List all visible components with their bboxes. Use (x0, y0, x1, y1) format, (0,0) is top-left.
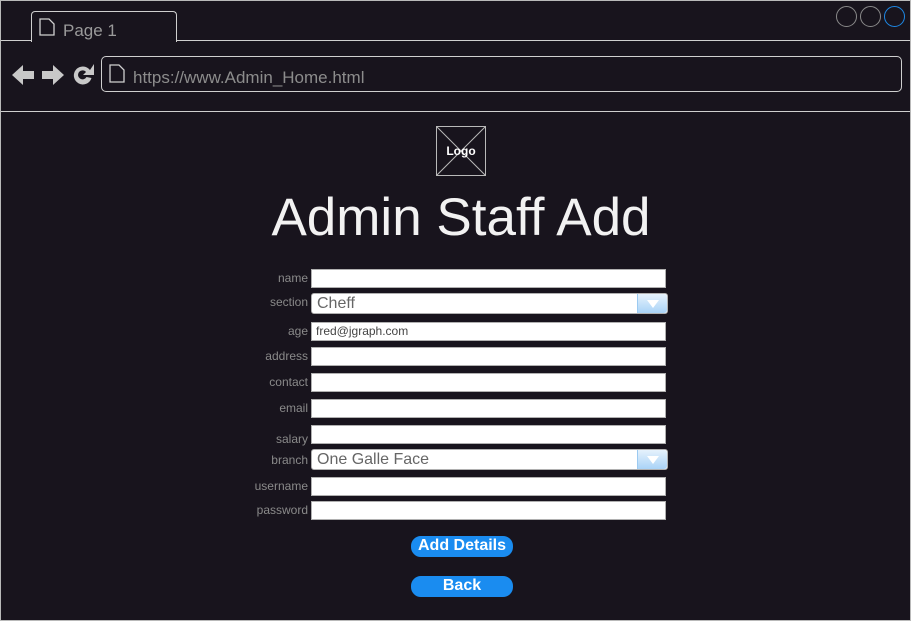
document-icon (39, 18, 55, 36)
minimize-button[interactable] (836, 6, 857, 27)
contact-field[interactable] (311, 373, 666, 392)
page-icon (109, 64, 125, 83)
name-label: name (277, 271, 308, 285)
address-bar[interactable]: https://www.Admin_Home.html (101, 56, 902, 92)
age-field[interactable]: fred@jgraph.com (311, 322, 666, 341)
branch-select[interactable]: One Galle Face (311, 449, 668, 470)
add-details-button[interactable]: Add Details (411, 536, 513, 557)
section-select-value: Cheff (317, 295, 355, 312)
close-button[interactable] (884, 6, 905, 27)
maximize-button[interactable] (860, 6, 881, 27)
logo-label: Logo (446, 144, 476, 158)
salary-label: salary (275, 432, 308, 446)
branch-select-value: One Galle Face (317, 451, 430, 468)
branch-label: branch (271, 453, 308, 467)
tab-page-1[interactable]: Page 1 (31, 11, 177, 42)
address-field[interactable] (311, 347, 666, 366)
address-label: address (265, 349, 308, 363)
back-button[interactable]: Back (411, 576, 513, 597)
url-text: https://www.Admin_Home.html (133, 68, 365, 87)
salary-field[interactable] (311, 425, 666, 444)
age-label: age (287, 324, 308, 338)
back-arrow-icon[interactable] (11, 63, 35, 87)
username-field[interactable] (311, 477, 666, 496)
contact-label: contact (269, 375, 308, 389)
email-field[interactable] (311, 399, 666, 418)
logo: Logo (436, 126, 486, 176)
password-field[interactable] (311, 501, 666, 520)
tab-label: Page 1 (63, 21, 117, 40)
email-label: email (279, 401, 308, 415)
password-label: password (256, 503, 308, 517)
forward-arrow-icon[interactable] (41, 63, 65, 87)
browser-window: Page 1 https://www.Admin_Home.html Logo … (0, 0, 911, 621)
refresh-icon[interactable] (71, 63, 95, 87)
chevron-down-icon[interactable] (637, 450, 667, 469)
toolbar-divider (1, 111, 910, 112)
section-select[interactable]: Cheff (311, 293, 668, 314)
section-label: section (269, 295, 308, 309)
name-field[interactable] (311, 269, 666, 288)
username-label: username (254, 479, 308, 493)
chevron-down-icon[interactable] (637, 294, 667, 313)
page-title: Admin Staff Add (271, 188, 651, 247)
